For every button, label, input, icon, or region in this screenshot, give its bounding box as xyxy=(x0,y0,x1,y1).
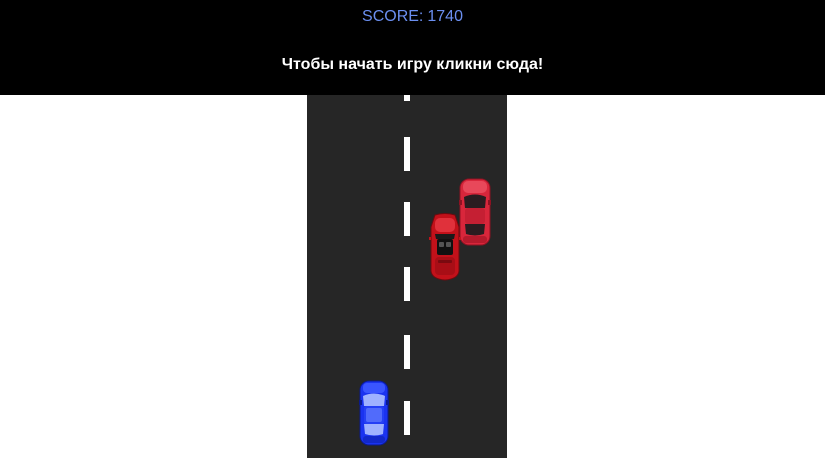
road[interactable] xyxy=(307,95,507,458)
player-car xyxy=(359,380,389,446)
score-value: 1740 xyxy=(427,8,463,25)
lane-line xyxy=(404,401,410,435)
enemy-car-roadster xyxy=(429,213,461,281)
game-header: SCORE: 1740 Чтобы начать игру кликни сюда… xyxy=(0,0,825,95)
score-display: SCORE: 1740 xyxy=(0,8,825,26)
lane-line xyxy=(404,137,410,171)
enemy-car-sedan xyxy=(459,178,491,246)
start-game-link[interactable]: Чтобы начать игру кликни сюда! xyxy=(0,56,825,74)
score-label: SCORE: xyxy=(362,8,424,25)
lane-line xyxy=(404,267,410,301)
lane-line xyxy=(404,95,410,101)
lane-line xyxy=(404,202,410,236)
lane-line xyxy=(404,335,410,369)
